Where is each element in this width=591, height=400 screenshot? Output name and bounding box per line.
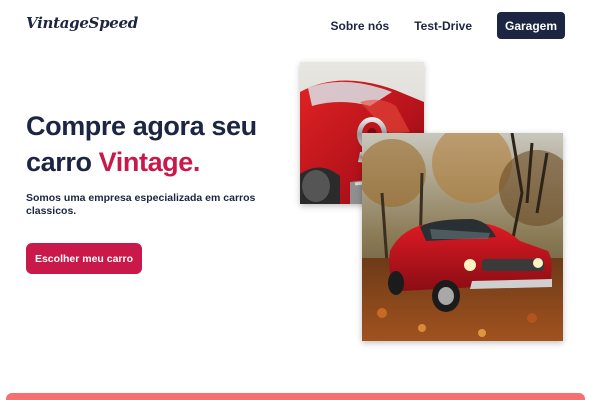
choose-car-button[interactable]: Escolher meu carro bbox=[26, 243, 142, 274]
brand-logo[interactable]: VintageSpeed bbox=[26, 14, 138, 32]
hero-title-line2: carro bbox=[26, 147, 92, 177]
nav-link-sobre-nos[interactable]: Sobre nós bbox=[331, 19, 390, 33]
hero-title: Compre agora seu carro Vintage. bbox=[26, 108, 296, 180]
main-nav: Sobre nós Test-Drive Garagem bbox=[331, 12, 565, 39]
garage-button[interactable]: Garagem bbox=[497, 12, 565, 39]
page: VintageSpeed Sobre nós Test-Drive Garage… bbox=[0, 0, 591, 400]
hero-title-accent: Vintage. bbox=[98, 147, 201, 177]
nav-link-test-drive[interactable]: Test-Drive bbox=[414, 19, 472, 33]
bottom-accent-bar bbox=[6, 393, 585, 400]
hero-subtitle: Somos uma empresa especializada em carro… bbox=[26, 192, 256, 217]
hero-title-line1: Compre agora seu bbox=[26, 111, 257, 141]
red-mustang-photo bbox=[362, 133, 563, 341]
